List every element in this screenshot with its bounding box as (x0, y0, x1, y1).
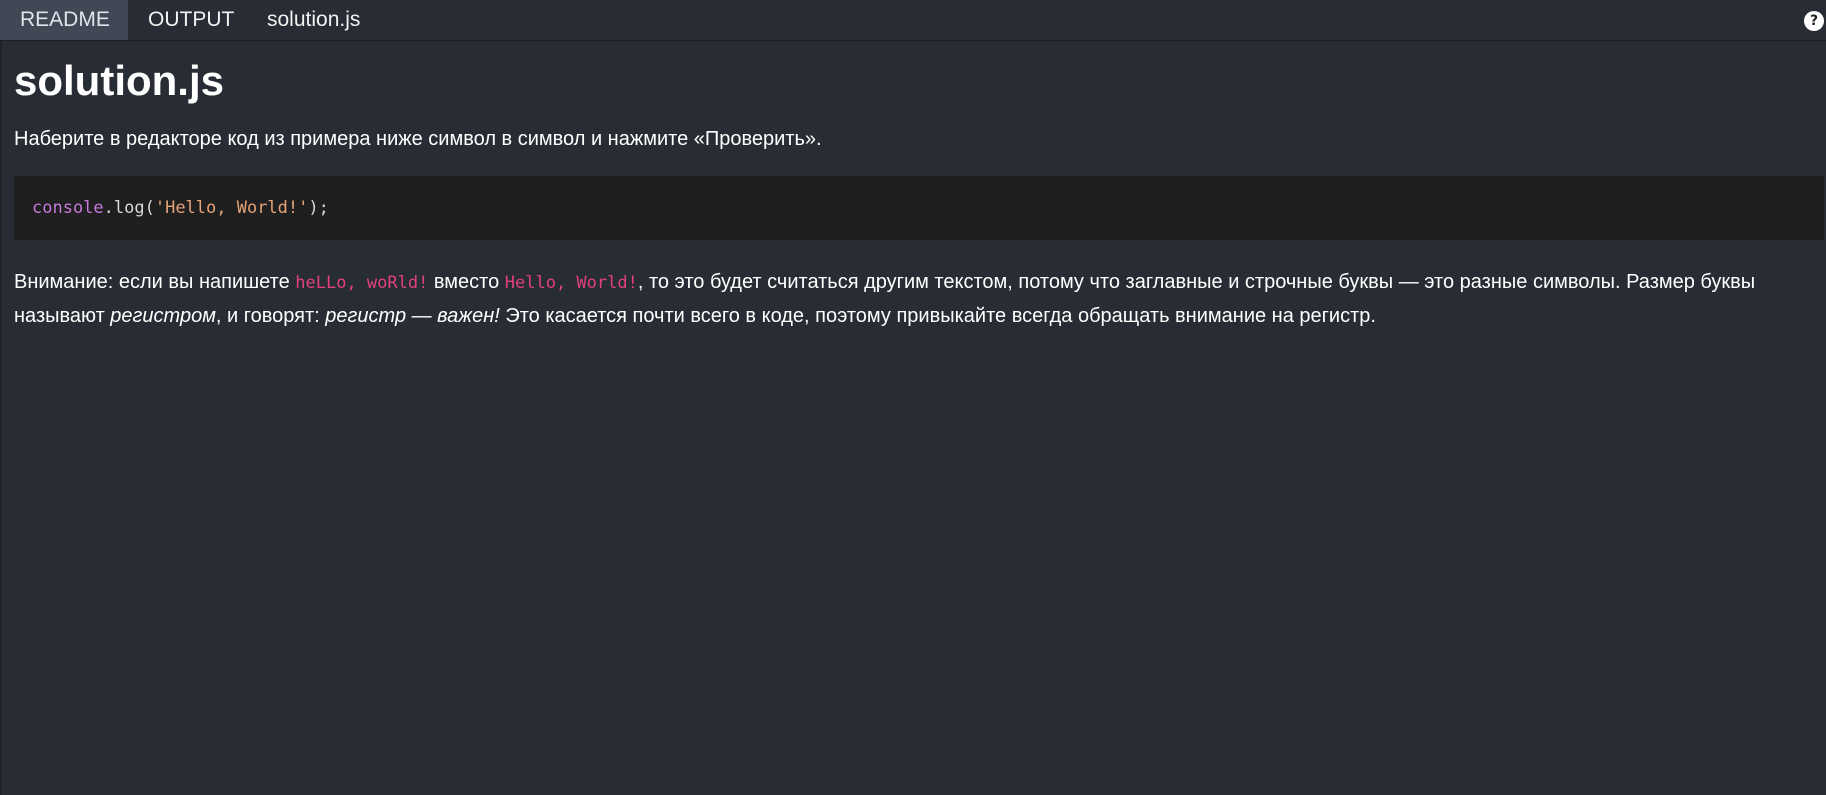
code-method-token: .log( (103, 198, 155, 218)
register-term: регистром (110, 305, 216, 327)
register-important-phrase: регистр — важен! (325, 305, 500, 327)
tab-bar: README OUTPUT solution.js ? (0, 0, 1826, 41)
intro-text: Наберите в редакторе код из примера ниже… (14, 128, 822, 150)
help-icon[interactable]: ? (1804, 11, 1824, 31)
code-object-token: console (32, 198, 104, 218)
tab-output[interactable]: OUTPUT (128, 0, 253, 40)
correct-case-code: Hello, World! (504, 273, 638, 293)
wrong-case-code: heLLo, woRld! (295, 273, 429, 293)
panel-border (0, 41, 2, 795)
tab-readme[interactable]: README (0, 0, 128, 40)
warning-part-2: вместо (428, 271, 505, 293)
readme-content: solution.js Наберите в редакторе код из … (14, 52, 1824, 333)
warning-part-1: Внимание: если вы напишете (14, 271, 296, 293)
warning-part-5: Это касается почти всего в коде, поэтому… (499, 305, 1376, 327)
code-end-token: ); (308, 198, 329, 218)
case-warning-text: Внимание: если вы напишете heLLo, woRld!… (14, 266, 1822, 333)
page-title: solution.js (14, 57, 224, 104)
code-example: console.log('Hello, World!'); (14, 176, 1824, 240)
tab-solution-js[interactable]: solution.js (247, 0, 380, 40)
code-string-token: 'Hello, World!' (154, 198, 309, 218)
warning-part-4: , и говорят: (215, 305, 326, 327)
